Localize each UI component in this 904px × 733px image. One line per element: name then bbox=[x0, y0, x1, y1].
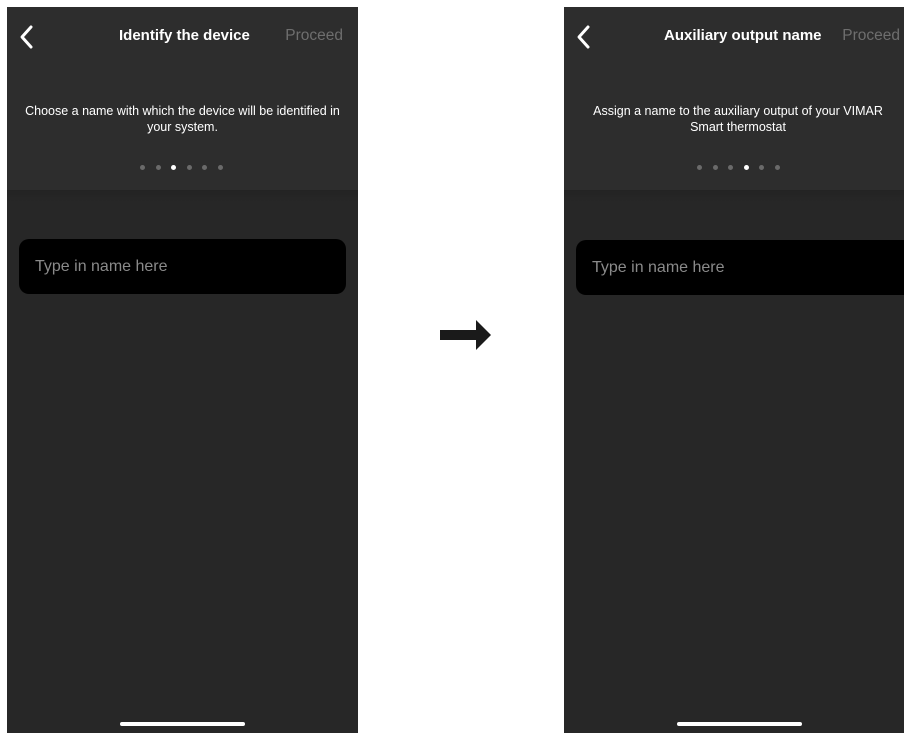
page-dot-5 bbox=[202, 165, 207, 170]
phone-screen-identify-device: Identify the device Proceed Choose a nam… bbox=[7, 7, 358, 733]
page-dot-6 bbox=[774, 165, 780, 170]
page-dot-4 bbox=[186, 165, 192, 170]
page-dot-5 bbox=[759, 165, 764, 170]
header-divider bbox=[7, 190, 358, 202]
page-dot-1 bbox=[140, 165, 145, 170]
back-button[interactable] bbox=[15, 23, 39, 51]
page-dot-4-active bbox=[743, 165, 749, 170]
back-button[interactable] bbox=[572, 23, 596, 51]
page-dot-3-active bbox=[171, 165, 176, 170]
nav-title: Auxiliary output name bbox=[664, 27, 822, 44]
proceed-button[interactable]: Proceed bbox=[842, 27, 900, 45]
page-indicator bbox=[697, 165, 780, 171]
proceed-button[interactable]: Proceed bbox=[285, 27, 343, 45]
phone-screen-auxiliary-output: Auxiliary output name Proceed Assign a n… bbox=[564, 7, 904, 733]
nav-title: Identify the device bbox=[119, 27, 250, 44]
page-dot-6 bbox=[217, 165, 223, 170]
header-divider bbox=[564, 190, 904, 202]
instruction-text: Assign a name to the auxiliary output of… bbox=[593, 104, 883, 134]
screenshot-canvas: Identify the device Proceed Choose a nam… bbox=[0, 0, 904, 733]
arrow-right-icon bbox=[440, 320, 491, 350]
home-indicator[interactable] bbox=[120, 722, 245, 726]
chevron-left-icon bbox=[577, 25, 590, 49]
page-dot-1 bbox=[697, 165, 702, 170]
instruction-text: Choose a name with which the device will… bbox=[25, 104, 340, 134]
home-indicator[interactable] bbox=[677, 722, 802, 726]
page-indicator bbox=[140, 165, 223, 171]
page-dot-2 bbox=[712, 165, 718, 170]
device-name-input[interactable] bbox=[19, 239, 346, 294]
chevron-left-icon bbox=[20, 25, 33, 49]
page-dot-3 bbox=[728, 165, 733, 170]
page-dot-2 bbox=[155, 165, 161, 170]
auxiliary-output-name-input[interactable] bbox=[576, 240, 904, 295]
